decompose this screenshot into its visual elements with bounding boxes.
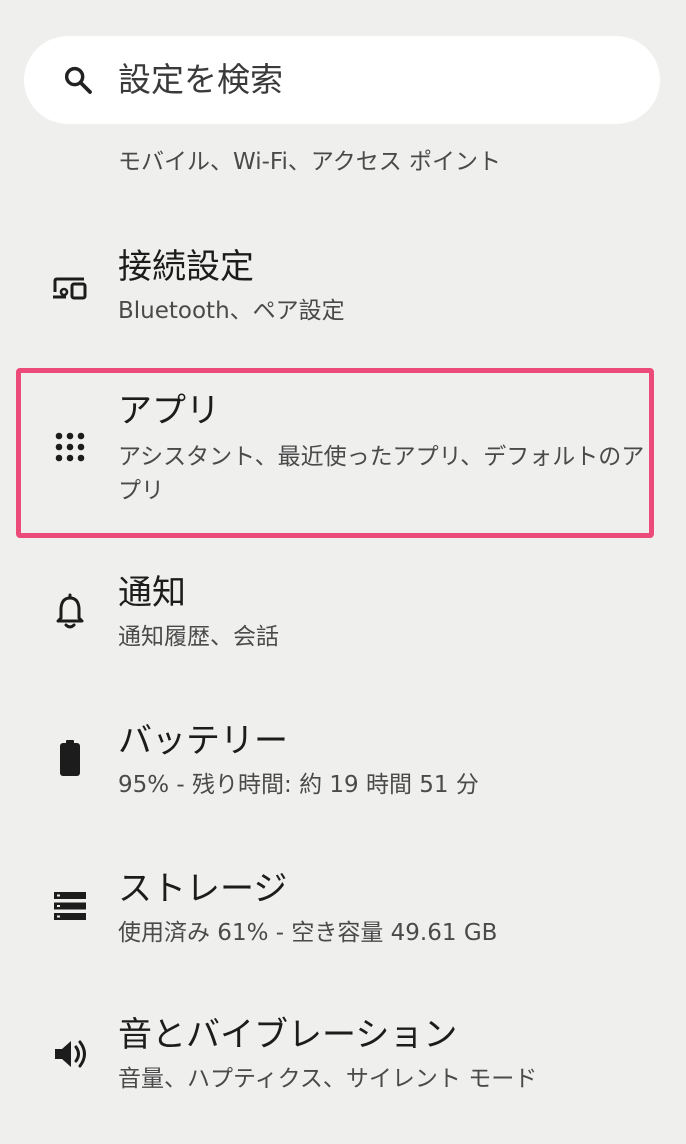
settings-item-sound-vibration[interactable]: 音とバイブレーション 音量、ハプティクス、サイレント モード <box>0 998 686 1118</box>
connected-devices-icon <box>53 277 87 300</box>
bell-icon <box>56 593 84 629</box>
settings-item-title: 通知 <box>118 573 186 613</box>
settings-item-subtitle: 95% - 残り時間: 約 19 時間 51 分 <box>118 772 479 798</box>
settings-item-subtitle: 通知履歴、会話 <box>118 624 279 650</box>
highlight-box <box>16 368 654 538</box>
settings-item-connected-devices[interactable]: 接続設定 Bluetooth、ペア設定 <box>0 228 686 348</box>
settings-item-storage[interactable]: ストレージ 使用済み 61% - 空き容量 49.61 GB <box>0 850 686 970</box>
settings-item-subtitle: 音量、ハプティクス、サイレント モード <box>118 1066 538 1092</box>
storage-icon <box>54 892 86 920</box>
settings-item-title: 接続設定 <box>118 247 254 287</box>
settings-item-title: 音とバイブレーション <box>118 1015 458 1055</box>
settings-item-notifications[interactable]: 通知 通知履歴、会話 <box>0 554 686 674</box>
search-icon <box>64 66 92 94</box>
settings-item-battery[interactable]: バッテリー 95% - 残り時間: 約 19 時間 51 分 <box>0 702 686 822</box>
search-bar[interactable]: 設定を検索 <box>24 36 660 124</box>
settings-item-subtitle: Bluetooth、ペア設定 <box>118 298 345 324</box>
volume-icon <box>55 1040 86 1068</box>
search-placeholder: 設定を検索 <box>118 60 283 99</box>
settings-item-subtitle: 使用済み 61% - 空き容量 49.61 GB <box>118 920 498 946</box>
settings-item-title: バッテリー <box>118 721 288 761</box>
network-item-subtitle: モバイル、Wi-Fi、アクセス ポイント <box>118 149 502 175</box>
battery-icon <box>60 740 80 776</box>
settings-item-title: ストレージ <box>118 869 288 909</box>
